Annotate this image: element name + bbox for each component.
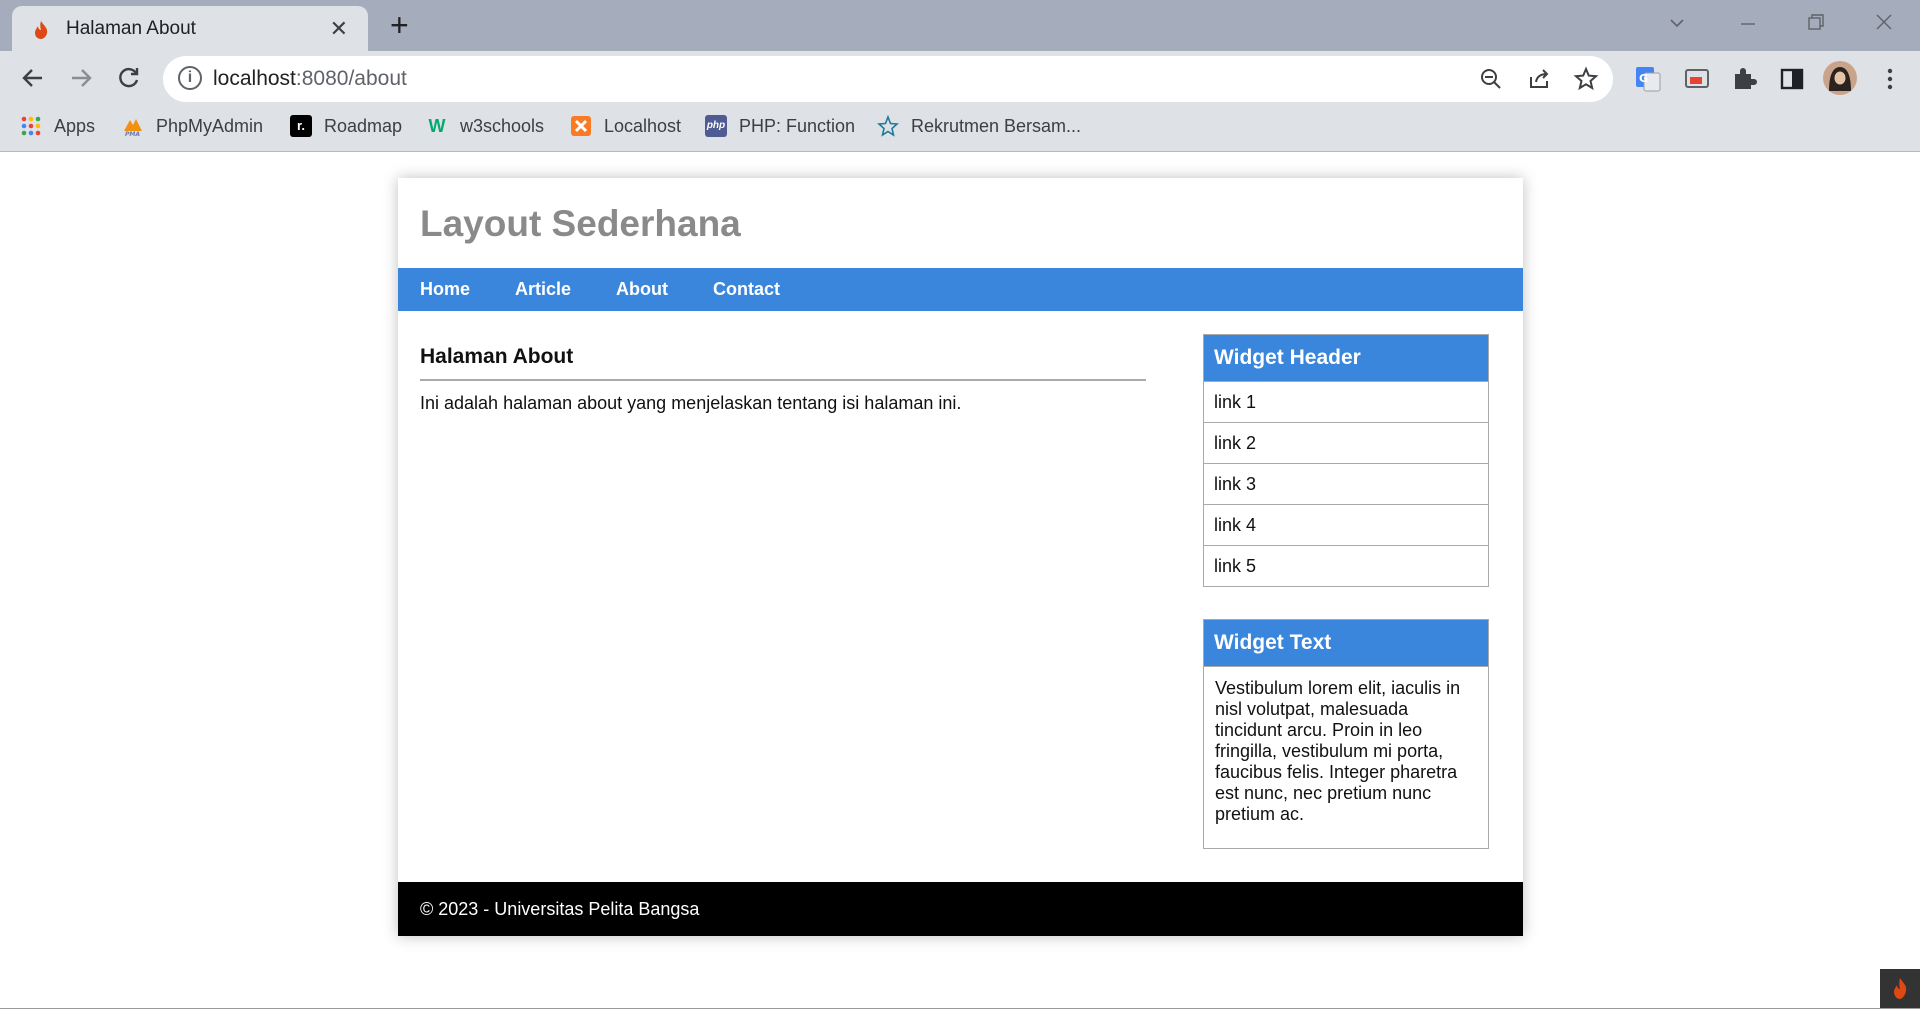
reload-icon[interactable] xyxy=(116,65,142,91)
main-nav: Home Article About Contact xyxy=(398,268,1523,311)
zoom-out-icon[interactable] xyxy=(1479,67,1503,91)
xampp-icon xyxy=(570,115,592,137)
site-info-icon[interactable]: i xyxy=(178,66,202,90)
google-translate-icon[interactable]: G xyxy=(1634,65,1662,93)
w3schools-icon: W xyxy=(426,115,448,137)
nav-article-link[interactable]: Article xyxy=(515,279,571,300)
active-tab[interactable]: Halaman About ✕ xyxy=(12,6,368,51)
bookmark-apps[interactable]: Apps xyxy=(20,115,95,137)
new-tab-button[interactable]: + xyxy=(390,8,409,42)
bookmark-php-function[interactable]: php PHP: Function xyxy=(705,115,855,137)
widget-text-box: Widget Text Vestibulum lorem elit, iacul… xyxy=(1203,619,1489,849)
nav-home-link[interactable]: Home xyxy=(420,279,470,300)
phpmyadmin-icon: PMA xyxy=(122,115,144,137)
share-icon[interactable] xyxy=(1527,67,1551,91)
page-heading: Halaman About xyxy=(420,345,573,369)
tab-close-icon[interactable]: ✕ xyxy=(330,16,348,42)
bookmark-w3schools[interactable]: W w3schools xyxy=(426,115,544,137)
rekrutmen-icon xyxy=(877,115,899,137)
heading-divider xyxy=(420,379,1146,381)
bookmark-label: Apps xyxy=(54,116,95,137)
restore-icon[interactable] xyxy=(1806,12,1826,32)
bookmark-star-icon[interactable] xyxy=(1573,66,1599,92)
bookmark-label: PHP: Function xyxy=(739,116,855,137)
url-text[interactable]: localhost:8080/about xyxy=(213,67,407,91)
widget-text-title: Widget Text xyxy=(1204,620,1488,666)
roadmap-icon: r. xyxy=(290,115,312,137)
browser-menu-icon[interactable] xyxy=(1876,65,1904,93)
forward-arrow-icon[interactable] xyxy=(68,65,94,91)
bookmark-rekrutmen[interactable]: Rekrutmen Bersam... xyxy=(877,115,1081,137)
tab-strip: Halaman About ✕ + xyxy=(0,0,1920,51)
widget-link-2[interactable]: link 2 xyxy=(1204,422,1488,463)
footer-copyright: © 2023 - Universitas Pelita Bangsa xyxy=(420,899,699,920)
bookmark-roadmap[interactable]: r. Roadmap xyxy=(290,115,402,137)
widget-link-5[interactable]: link 5 xyxy=(1204,545,1488,586)
widget-header-box: Widget Header link 1 link 2 link 3 link … xyxy=(1203,334,1489,587)
browser-toolbar: i localhost:8080/about G xyxy=(0,51,1920,106)
page-container: Layout Sederhana Home Article About Cont… xyxy=(398,178,1523,936)
window-close-icon[interactable] xyxy=(1874,12,1894,32)
codeigniter-flame-icon xyxy=(30,19,52,41)
extensions-puzzle-icon[interactable] xyxy=(1730,65,1758,93)
widget-link-4[interactable]: link 4 xyxy=(1204,504,1488,545)
back-arrow-icon[interactable] xyxy=(20,65,46,91)
page-description: Ini adalah halaman about yang menjelaska… xyxy=(420,393,961,414)
bookmarks-bar: Apps PMA PhpMyAdmin r. Roadmap W w3schoo… xyxy=(0,106,1920,152)
svg-text:G: G xyxy=(1639,72,1648,85)
widget-link-3[interactable]: link 3 xyxy=(1204,463,1488,504)
nav-contact-link[interactable]: Contact xyxy=(713,279,780,300)
widget-header-title: Widget Header xyxy=(1204,335,1488,381)
bookmark-localhost[interactable]: Localhost xyxy=(570,115,681,137)
svg-text:PMA: PMA xyxy=(125,131,140,137)
bookmark-phpmyadmin[interactable]: PMA PhpMyAdmin xyxy=(122,115,263,137)
bookmark-label: Rekrutmen Bersam... xyxy=(911,116,1081,137)
nav-about-link[interactable]: About xyxy=(616,279,668,300)
bookmark-label: Localhost xyxy=(604,116,681,137)
page-footer: © 2023 - Universitas Pelita Bangsa xyxy=(398,882,1523,936)
site-title: Layout Sederhana xyxy=(420,203,741,245)
widget-text-body: Vestibulum lorem elit, iaculis in nisl v… xyxy=(1204,666,1488,848)
minimize-icon[interactable] xyxy=(1738,14,1758,34)
codeigniter-flame-icon xyxy=(1880,969,1920,1009)
cast-icon[interactable] xyxy=(1683,65,1711,93)
tab-search-icon[interactable] xyxy=(1668,14,1686,32)
widget-link-1[interactable]: link 1 xyxy=(1204,381,1488,422)
profile-avatar[interactable] xyxy=(1823,61,1857,95)
address-bar[interactable]: i localhost:8080/about xyxy=(163,56,1613,102)
side-panel-icon[interactable] xyxy=(1778,65,1806,93)
bookmark-label: Roadmap xyxy=(324,116,402,137)
debug-toolbar-button[interactable] xyxy=(1880,969,1920,1009)
bookmark-label: w3schools xyxy=(460,116,544,137)
bookmark-label: PhpMyAdmin xyxy=(156,116,263,137)
apps-grid-icon xyxy=(20,115,42,137)
php-icon: php xyxy=(705,115,727,137)
tab-title: Halaman About xyxy=(66,18,196,40)
